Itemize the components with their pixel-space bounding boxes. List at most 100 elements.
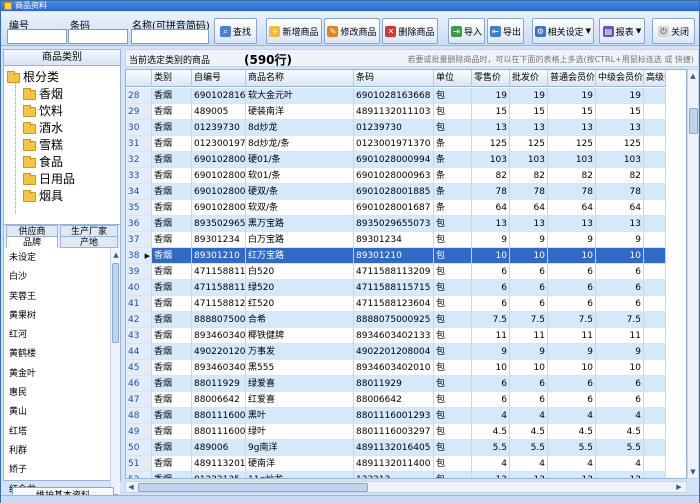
table-cell: 125	[596, 136, 644, 152]
table-cell: 123213	[354, 472, 434, 478]
edit-product-button[interactable]: ✎ 修改商品	[324, 18, 380, 44]
import-button[interactable]: ⇥ 导入	[448, 18, 485, 44]
table-cell: 香烟	[152, 472, 192, 478]
tree-node-category[interactable]: 烟具	[23, 189, 63, 204]
table-row[interactable]: 51香烟4891132011400硬南洋4891132011400包4444	[126, 456, 666, 472]
table-row[interactable]: 37 香烟 89301234 白万宝路 89301234 包 9 9 9 9	[126, 232, 666, 248]
code-input[interactable]	[7, 29, 67, 44]
app-icon	[4, 2, 12, 10]
tree-node-category[interactable]: 饮料	[23, 104, 63, 119]
table-row[interactable]: 46 香烟 88011929 绿爱喜 88011929 包 6 6 6 6	[126, 376, 666, 392]
scroll-thumb[interactable]	[689, 108, 698, 134]
table-cell: 10	[548, 248, 596, 264]
column-header[interactable]: 普通会员价	[548, 70, 596, 87]
table-cell: 4711588115710	[192, 280, 246, 296]
table-row[interactable]: 43香烟8934603402130椰铁健牌8934603402133包11111…	[126, 328, 666, 344]
table-row[interactable]: 42香烟8888075000920合希8888075000925包7.57.57…	[126, 312, 666, 328]
tree-node-category[interactable]: 雪糕	[23, 138, 63, 153]
tab-brand[interactable]: 品牌	[6, 236, 58, 248]
column-header[interactable]: 中级会员价	[596, 70, 644, 87]
table-cell: 条	[434, 184, 472, 200]
table-row[interactable]: 44香烟4902201208000万事发4902201208004包9999	[126, 344, 666, 360]
table-row[interactable]: 41香烟4711588123600红5204711588123604包6666	[126, 296, 666, 312]
row-number: 46	[126, 376, 152, 392]
row-count: (590行)	[244, 53, 293, 67]
brand-list-item[interactable]: 白沙	[4, 268, 110, 287]
brand-list-item[interactable]: 芙蓉王	[4, 288, 110, 307]
table-cell: 4	[548, 456, 596, 472]
table-row[interactable]: 50 香烟 489006 9g南洋 4891132016405 包 5.5 5.5 5.5 5.5	[126, 440, 666, 456]
scroll-down-arrow[interactable]: ▼	[688, 466, 698, 478]
settings-dropdown-button[interactable]: ⚙ 相关设定 ▼	[532, 18, 594, 44]
table-row[interactable]: 49香烟8801116003290绿叶8801116003297包4.54.54…	[126, 424, 666, 440]
table-row[interactable]: 33香烟6901028000960软01/条6901028000963条8282…	[126, 168, 666, 184]
report-dropdown-button[interactable]: ▤ 报表 ▼	[599, 18, 645, 44]
table-row[interactable]: 34香烟6901028001880硬双/条6901028001885条78787…	[126, 184, 666, 200]
table-row[interactable]: 31香烟01230019713708d炒龙/条0123001971370条125…	[126, 136, 666, 152]
brand-list-scrollbar[interactable]: ▲ ▼	[110, 249, 120, 503]
table-row[interactable]: 32香烟6901028000990硬01/条6901028000994条1031…	[126, 152, 666, 168]
table-cell: 6901028001885	[354, 184, 434, 200]
scroll-up-arrow[interactable]: ▲	[688, 70, 698, 82]
column-header[interactable]: 零售价	[472, 70, 510, 87]
brand-list-item[interactable]: 利群	[4, 442, 110, 461]
table-row[interactable]: 35香烟6901028001680软双/条6901028001687条64646…	[126, 200, 666, 216]
table-row[interactable]: 36香烟8935029655070黑万宝路8935029655073包13131…	[126, 216, 666, 232]
column-header[interactable]: 单位	[434, 70, 472, 87]
search-button[interactable]: ⌕ 查找	[214, 18, 257, 44]
column-header[interactable]: 条码	[354, 70, 434, 87]
table-row[interactable]: 39香烟4711588113200白5204711588113209包6666	[126, 264, 666, 280]
column-header[interactable]: 类别	[152, 70, 192, 87]
brand-list-item[interactable]: 黄金叶	[4, 365, 110, 384]
table-row[interactable]: 28香烟6901028163660软大金元叶6901028163668包1919…	[126, 88, 666, 104]
table-row[interactable]: 40香烟4711588115710绿5204711588115715包6666	[126, 280, 666, 296]
name-input[interactable]	[131, 29, 209, 44]
tree-node-category[interactable]: 香烟	[23, 87, 63, 102]
column-header[interactable]: 批发价	[510, 70, 548, 87]
column-header[interactable]: 商品名称	[246, 70, 354, 87]
brand-list-item[interactable]: 红塔	[4, 423, 110, 442]
scroll-left-arrow[interactable]: ◀	[126, 481, 136, 493]
table-row[interactable]: 48香烟8801116001290黑叶8801116001293包4444	[126, 408, 666, 424]
tree-node-root[interactable]: 根分类	[7, 70, 59, 85]
table-row[interactable]: 47 香烟 88006642 红爱喜 88006642 包 6 6 6 6	[126, 392, 666, 408]
table-cell: 6	[548, 280, 596, 296]
table-row[interactable]: 38香烟89301210红万宝路89301210包10101010	[126, 248, 666, 264]
table-cell: 64	[472, 200, 510, 216]
table-cell: 8801116003297	[354, 424, 434, 440]
tree-node-category[interactable]: 日用品	[23, 172, 75, 187]
delete-product-button[interactable]: ✕ 删除商品	[382, 18, 438, 44]
scroll-up-arrow[interactable]: ▲	[111, 249, 121, 261]
grid-vertical-scrollbar[interactable]: ▲ ▼	[687, 69, 699, 479]
table-row[interactable]: 30 香烟 01239730 8d炒龙 01239730 包 13 13 13 13	[126, 120, 666, 136]
table-cell: 8934603402133	[354, 328, 434, 344]
row-number: 30	[126, 120, 152, 136]
add-product-button[interactable]: + 新增商品	[266, 18, 322, 44]
tree-node-category[interactable]: 食品	[23, 155, 63, 170]
table-row[interactable]: 52香烟0123213511g炒龙123213包13131313	[126, 472, 666, 478]
table-row[interactable]: 29 香烟 489005 硬装南洋 4891132011103 包 15 15 15 15	[126, 104, 666, 120]
brand-list-item[interactable]: 未设定	[4, 249, 110, 268]
brand-list-item[interactable]: 惠民	[4, 384, 110, 403]
close-button[interactable]: ⏻ 关闭	[652, 18, 695, 44]
brand-list-item[interactable]: 娇子	[4, 461, 110, 480]
folder-icon	[23, 155, 36, 168]
brand-list-item[interactable]: 黄山	[4, 403, 110, 422]
brand-list-item[interactable]: 黄果树	[4, 307, 110, 326]
table-cell: 条	[434, 168, 472, 184]
grid-horizontal-scrollbar[interactable]: ◀ ▶	[125, 481, 687, 493]
column-header[interactable]: 高级会	[644, 70, 666, 87]
scroll-right-arrow[interactable]: ▶	[674, 481, 684, 493]
scroll-thumb[interactable]	[138, 483, 368, 492]
column-header[interactable]: 自编号	[192, 70, 246, 87]
barcode-input[interactable]	[68, 29, 128, 44]
tab-origin[interactable]: 产地	[60, 236, 118, 248]
table-row[interactable]: 45香烟8934603402010黑5558934603402010包10101…	[126, 360, 666, 376]
scroll-thumb[interactable]	[112, 263, 119, 343]
tree-node-category[interactable]: 酒水	[23, 121, 63, 136]
table-cell: 香烟	[152, 392, 192, 408]
brand-list-item[interactable]: 红河	[4, 326, 110, 345]
table-cell: 9	[510, 344, 548, 360]
export-button[interactable]: ⇤ 导出	[487, 18, 524, 44]
brand-list-item[interactable]: 黄鹤楼	[4, 345, 110, 364]
